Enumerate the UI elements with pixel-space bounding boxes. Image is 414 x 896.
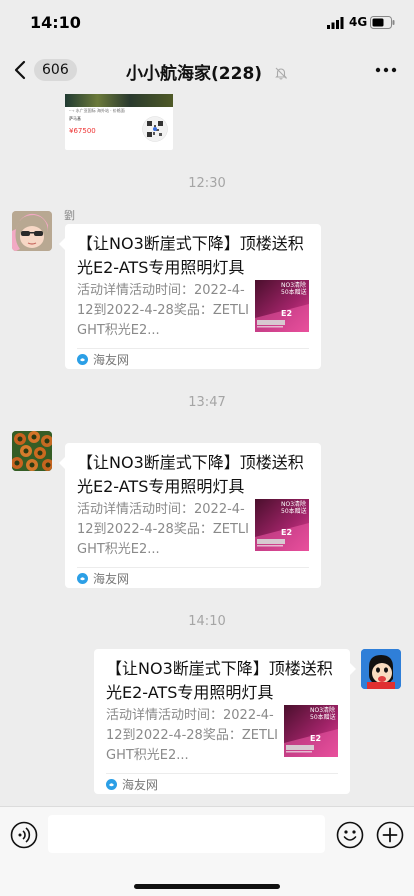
timestamp: 13:47 bbox=[188, 395, 226, 410]
thumbnail-model: E2 bbox=[310, 734, 322, 743]
ellipsis-icon[interactable] bbox=[374, 60, 398, 80]
card-source: 海友网 bbox=[106, 776, 158, 793]
plus-icon[interactable] bbox=[376, 821, 404, 849]
status-bar: 14:10 4G bbox=[0, 0, 414, 46]
thumbnail-caption-2: 50本赠送 bbox=[281, 508, 307, 515]
coral-avatar-icon bbox=[12, 431, 52, 471]
partial-subtitle: 萨马基 bbox=[69, 116, 81, 121]
avatar[interactable] bbox=[361, 649, 401, 689]
card-description: 活动详情活动时间：2022-4-12到2022-4-28奖品：ZETLIGHT积… bbox=[77, 283, 249, 338]
chat-title-text: 小小航海家(228) bbox=[126, 64, 263, 84]
emoji-icon[interactable] bbox=[336, 821, 364, 849]
card-divider bbox=[106, 773, 338, 774]
sender-name: 劉 bbox=[64, 209, 75, 222]
card-source: 海友网 bbox=[77, 570, 129, 587]
cartoon-avatar-icon bbox=[361, 649, 401, 689]
chat-title[interactable]: 小小航海家(228) bbox=[0, 59, 414, 84]
network-label: 4G bbox=[349, 15, 368, 29]
bubble-tail bbox=[350, 663, 356, 675]
thumbnail-caption-1: NO3清除 bbox=[281, 282, 307, 289]
message-input[interactable] bbox=[48, 815, 325, 853]
status-time: 14:10 bbox=[30, 13, 81, 32]
card-source-name: 海友网 bbox=[93, 353, 130, 367]
cartoon-avatar-icon bbox=[12, 211, 52, 251]
timestamp: 12:30 bbox=[188, 176, 226, 191]
card-description: 活动详情活动时间：2022-4-12到2022-4-28奖品：ZETLIGHT积… bbox=[77, 502, 249, 557]
thumbnail-caption-2: 50本赠送 bbox=[281, 289, 307, 296]
thumbnail-caption-1: NO3清除 bbox=[281, 501, 307, 508]
thumbnail-caption-2: 50本赠送 bbox=[310, 714, 336, 721]
qr-code-icon bbox=[142, 116, 168, 142]
card-divider bbox=[77, 567, 309, 568]
card-source: 海友网 bbox=[77, 351, 129, 368]
chat-header: 606 小小航海家(228) bbox=[0, 46, 414, 94]
partial-image bbox=[65, 94, 173, 107]
message-input-bar bbox=[0, 806, 414, 896]
voice-icon[interactable] bbox=[10, 821, 38, 849]
card-source-name: 海友网 bbox=[93, 572, 130, 586]
card-title: 【让NO3断崖式下降】顶楼送积光E2-ATS专用照明灯具 bbox=[106, 659, 333, 702]
battery-icon bbox=[370, 16, 395, 29]
bubble-tail bbox=[59, 457, 65, 469]
partial-image-message[interactable]: ···› 水广亚国际 海外站 · 价格面 萨马基 ¥67500 bbox=[65, 94, 173, 150]
link-card-message[interactable]: 【让NO3断崖式下降】顶楼送积光E2-ATS专用照明灯具 活动详情活动时间：20… bbox=[94, 649, 356, 794]
thumbnail-model: E2 bbox=[281, 528, 293, 537]
source-logo-icon bbox=[106, 779, 117, 790]
bell-slash-icon bbox=[275, 67, 287, 80]
card-thumbnail: NO3清除 50本赠送 E2 bbox=[255, 280, 309, 332]
home-indicator[interactable] bbox=[134, 884, 280, 889]
source-logo-icon bbox=[77, 354, 88, 365]
link-card-message[interactable]: 【让NO3断崖式下降】顶楼送积光E2-ATS专用照明灯具 活动详情活动时间：20… bbox=[59, 224, 321, 369]
card-title: 【让NO3断崖式下降】顶楼送积光E2-ATS专用照明灯具 bbox=[77, 453, 304, 496]
card-title: 【让NO3断崖式下降】顶楼送积光E2-ATS专用照明灯具 bbox=[77, 234, 304, 277]
card-divider bbox=[77, 348, 309, 349]
card-description: 活动详情活动时间：2022-4-12到2022-4-28奖品：ZETLIGHT积… bbox=[106, 708, 278, 763]
thumbnail-model: E2 bbox=[281, 309, 293, 318]
timestamp: 14:10 bbox=[188, 614, 226, 629]
card-source-name: 海友网 bbox=[122, 778, 159, 792]
link-card-message[interactable]: 【让NO3断崖式下降】顶楼送积光E2-ATS专用照明灯具 活动详情活动时间：20… bbox=[59, 443, 321, 588]
avatar[interactable] bbox=[12, 211, 52, 251]
avatar[interactable] bbox=[12, 431, 52, 471]
card-thumbnail: NO3清除 50本赠送 E2 bbox=[255, 499, 309, 551]
bubble-tail bbox=[59, 238, 65, 250]
thumbnail-caption-1: NO3清除 bbox=[310, 707, 336, 714]
card-thumbnail: NO3清除 50本赠送 E2 bbox=[284, 705, 338, 757]
partial-header-text: ···› 水广亚国际 海外站 · 价格面 bbox=[69, 108, 125, 113]
signal-icon bbox=[327, 17, 344, 29]
source-logo-icon bbox=[77, 573, 88, 584]
partial-price: ¥67500 bbox=[69, 127, 96, 135]
